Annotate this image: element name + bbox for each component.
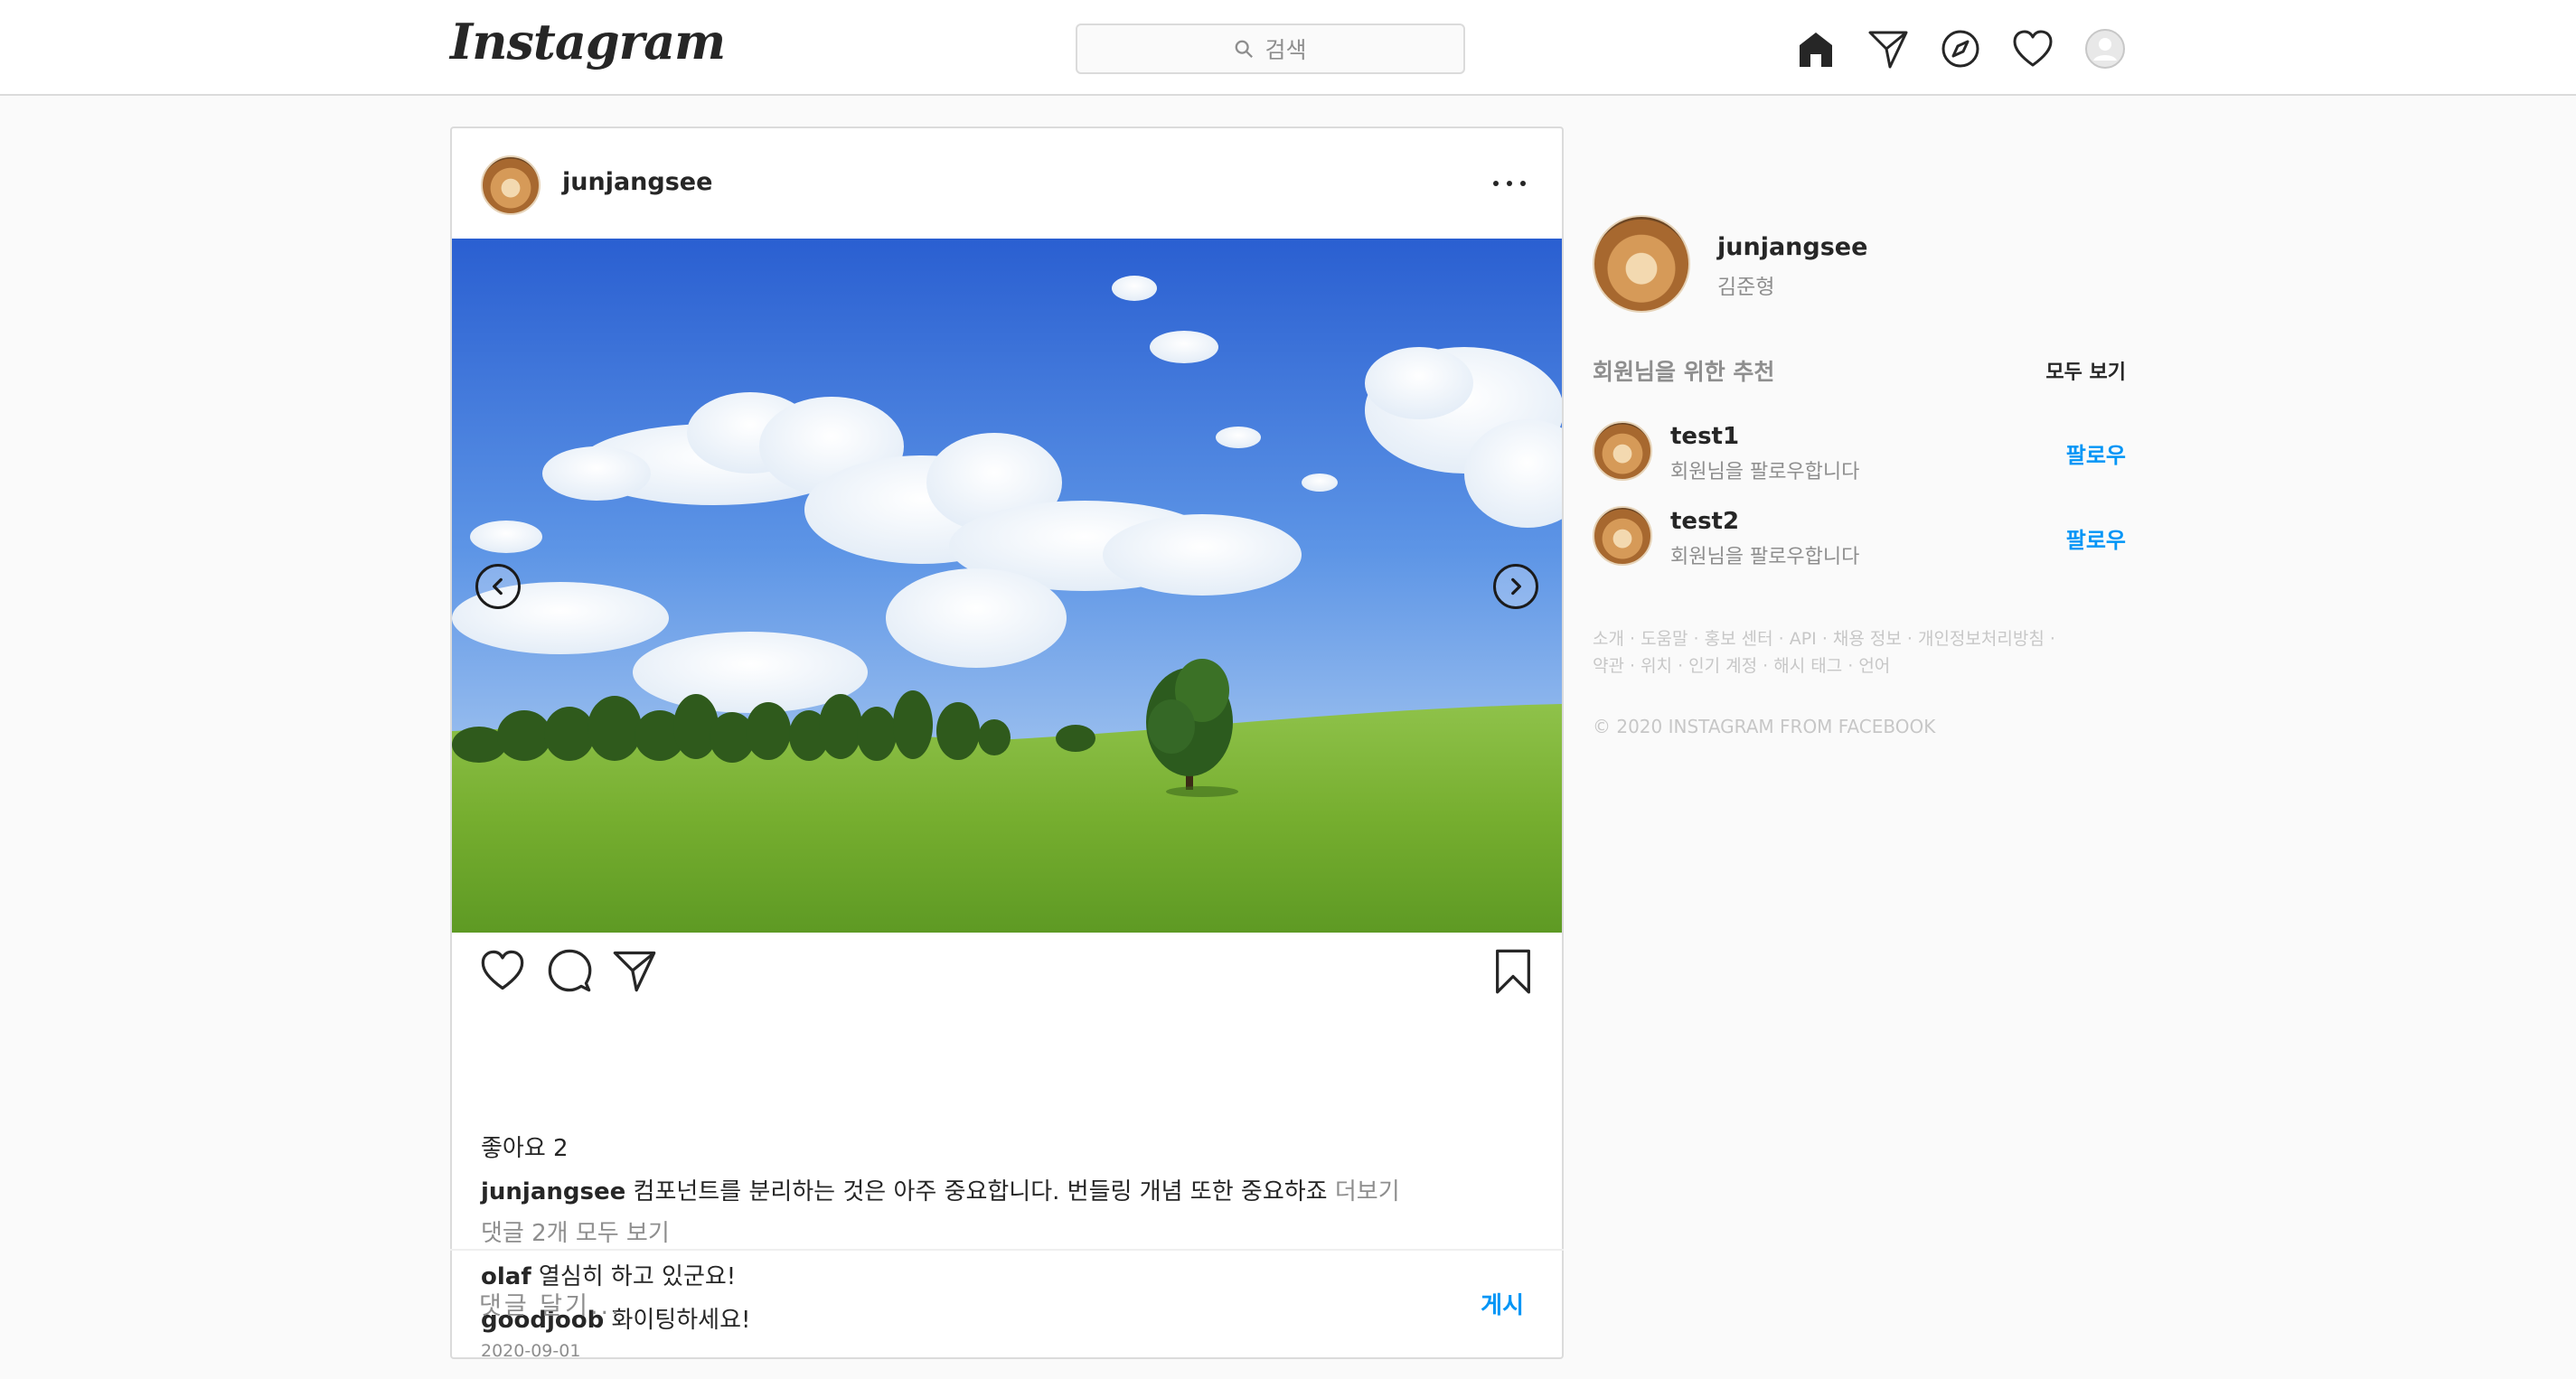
suggestion-avatar[interactable] xyxy=(1593,421,1652,481)
caption-more-link[interactable]: 더보기 xyxy=(1335,1178,1400,1205)
search-box[interactable]: 검색 xyxy=(1076,23,1465,74)
follow-button[interactable]: 팔로우 xyxy=(2066,522,2126,554)
top-navigation-bar: Instagram 검색 xyxy=(0,0,2576,96)
like-heart-icon[interactable] xyxy=(479,947,530,998)
suggestions-title: 회원님을 위한 추천 xyxy=(1593,359,1775,385)
post-actions xyxy=(479,947,1537,1001)
caption-text: 컴포넌트를 분리하는 것은 아주 중요합니다. 번들링 개념 또한 중요하죠 xyxy=(633,1178,1328,1205)
bookmark-icon[interactable] xyxy=(1490,947,1540,998)
suggestion-avatar[interactable] xyxy=(1593,506,1652,566)
add-comment-bar: 게시 xyxy=(450,1249,1564,1359)
previous-image-button[interactable] xyxy=(475,564,521,609)
post-header: junjangsee xyxy=(452,128,1562,239)
post-comment-button[interactable]: 게시 xyxy=(1481,1287,1524,1320)
suggestion-item: test2 회원님을 팔로우합니다 팔로우 xyxy=(1593,506,2126,569)
explore-icon[interactable] xyxy=(1938,26,1983,71)
chevron-right-icon xyxy=(1511,577,1521,596)
share-direct-icon[interactable] xyxy=(611,947,662,998)
post-image[interactable] xyxy=(452,239,1562,933)
post-caption: junjangsee 컴포넌트를 분리하는 것은 아주 중요합니다. 번들링 개… xyxy=(481,1173,1400,1206)
instagram-logo[interactable]: Instagram xyxy=(450,13,726,70)
post-author-username[interactable]: junjangsee xyxy=(562,168,712,196)
likes-count[interactable]: 좋아요 2 xyxy=(481,1130,569,1163)
next-image-button[interactable] xyxy=(1493,564,1538,609)
landscape-photo xyxy=(452,239,1562,933)
caption-username[interactable]: junjangsee xyxy=(481,1178,625,1205)
suggestion-subtitle: 회원님을 팔로우합니다 xyxy=(1670,546,1860,568)
suggestion-item: test1 회원님을 팔로우합니다 팔로우 xyxy=(1593,421,2126,484)
copyright-text: © 2020 INSTAGRAM FROM FACEBOOK xyxy=(1593,716,1936,737)
current-user-username[interactable]: junjangsee xyxy=(1717,233,1867,261)
post-author-avatar[interactable] xyxy=(481,155,541,215)
see-all-link[interactable]: 모두 보기 xyxy=(2045,356,2126,385)
feed-post: junjangsee 좋아요 2 junjangsee 컴포넌트를 분리하는 것… xyxy=(450,127,1564,1361)
home-icon[interactable] xyxy=(1793,26,1838,71)
activity-heart-icon[interactable] xyxy=(2010,26,2055,71)
search-placeholder: 검색 xyxy=(1264,37,1307,63)
nav-icon-group xyxy=(1793,23,2128,74)
profile-avatar-icon[interactable] xyxy=(2082,26,2128,71)
comment-input[interactable] xyxy=(479,1283,1383,1328)
footer-links-line-2[interactable]: 약관 · 위치 · 인기 계정 · 해시 태그 · 언어 xyxy=(1593,652,2126,680)
search-icon xyxy=(1236,40,1254,58)
current-user-fullname: 김준형 xyxy=(1717,276,1775,299)
direct-icon[interactable] xyxy=(1866,26,1911,71)
suggestion-username[interactable]: test1 xyxy=(1670,423,1739,450)
current-user-avatar[interactable] xyxy=(1593,215,1690,313)
suggestion-username[interactable]: test2 xyxy=(1670,508,1739,535)
comment-bubble-icon[interactable] xyxy=(546,947,597,998)
footer-links-line-1[interactable]: 소개 · 도움말 · 홍보 센터 · API · 채용 정보 · 개인정보처리방… xyxy=(1593,625,2126,652)
more-options-icon[interactable] xyxy=(1493,170,1526,197)
follow-button[interactable]: 팔로우 xyxy=(2066,437,2126,469)
chevron-left-icon xyxy=(493,577,503,596)
suggestion-subtitle: 회원님을 팔로우합니다 xyxy=(1670,461,1860,483)
footer-links: 소개 · 도움말 · 홍보 센터 · API · 채용 정보 · 개인정보처리방… xyxy=(1593,625,2126,680)
view-all-comments-link[interactable]: 댓글 2개 모두 보기 xyxy=(481,1215,670,1248)
